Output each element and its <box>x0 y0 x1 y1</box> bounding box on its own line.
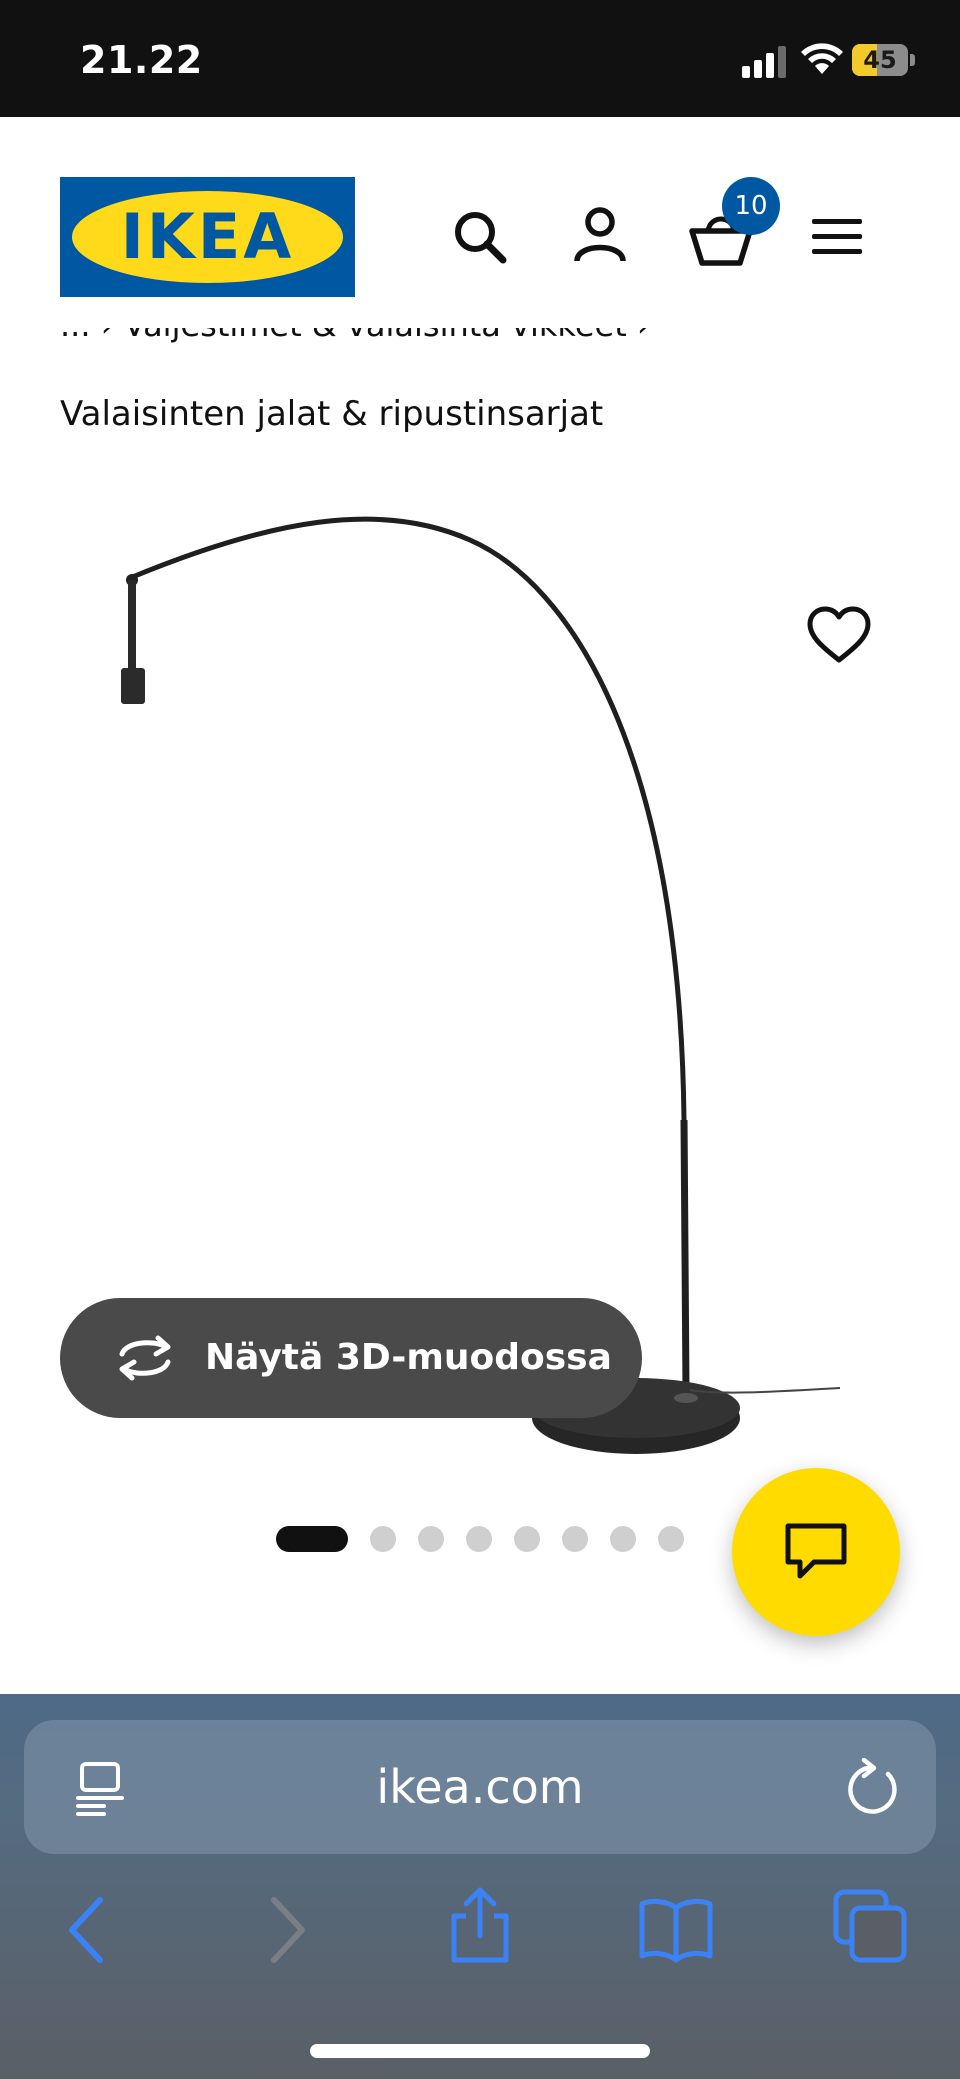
logo-oval: IKEA ® <box>72 191 344 283</box>
carousel-dot[interactable] <box>514 1526 540 1552</box>
carousel-dot[interactable] <box>610 1526 636 1552</box>
bookmarks-icon[interactable] <box>636 1890 716 1970</box>
carousel-dot-active[interactable] <box>276 1526 348 1552</box>
search-icon[interactable] <box>450 207 510 267</box>
signal-icon <box>742 46 786 78</box>
rotate-3d-icon <box>119 1335 171 1381</box>
registered-mark: ® <box>330 209 344 225</box>
view-3d-button[interactable]: Näytä 3D-muodossa <box>60 1298 642 1418</box>
menu-icon[interactable] <box>810 207 864 267</box>
carousel-dot[interactable] <box>418 1526 444 1552</box>
breadcrumb-partial[interactable]: ... › Valjestimet & valaisinta vikkeet › <box>60 328 650 368</box>
site-header: IKEA ® 10 <box>0 117 960 317</box>
address-bar[interactable]: ikea.com <box>24 1720 936 1854</box>
browser-toolbar: ikea.com <box>0 1694 960 2079</box>
view-3d-label: Näytä 3D-muodossa <box>205 1337 612 1378</box>
logo-text: IKEA <box>120 200 295 273</box>
chat-icon <box>785 1523 847 1579</box>
status-bar: 21.22 45 <box>0 0 960 117</box>
battery-nub <box>910 54 915 66</box>
heart-icon[interactable] <box>806 606 872 666</box>
share-icon[interactable] <box>440 1886 520 1966</box>
back-icon[interactable] <box>48 1890 128 1970</box>
reload-icon[interactable] <box>844 1758 900 1818</box>
breadcrumb-current[interactable]: Valaisinten jalat & ripustinsarjat <box>60 394 603 434</box>
battery-percent: 45 <box>863 46 897 74</box>
status-time: 21.22 <box>80 38 203 82</box>
cart-count-badge: 10 <box>722 177 780 235</box>
url-text: ikea.com <box>376 1760 584 1814</box>
wifi-icon <box>801 43 843 74</box>
home-indicator <box>310 2044 650 2058</box>
battery-icon: 45 <box>852 44 908 76</box>
tabs-icon[interactable] <box>830 1888 910 1968</box>
carousel-dot[interactable] <box>562 1526 588 1552</box>
forward-icon[interactable] <box>246 1890 326 1970</box>
user-icon[interactable] <box>570 205 630 265</box>
carousel-dot[interactable] <box>466 1526 492 1552</box>
carousel-dot[interactable] <box>370 1526 396 1552</box>
carousel-dot[interactable] <box>658 1526 684 1552</box>
ikea-logo[interactable]: IKEA ® <box>60 177 355 297</box>
chat-button[interactable] <box>732 1468 900 1636</box>
